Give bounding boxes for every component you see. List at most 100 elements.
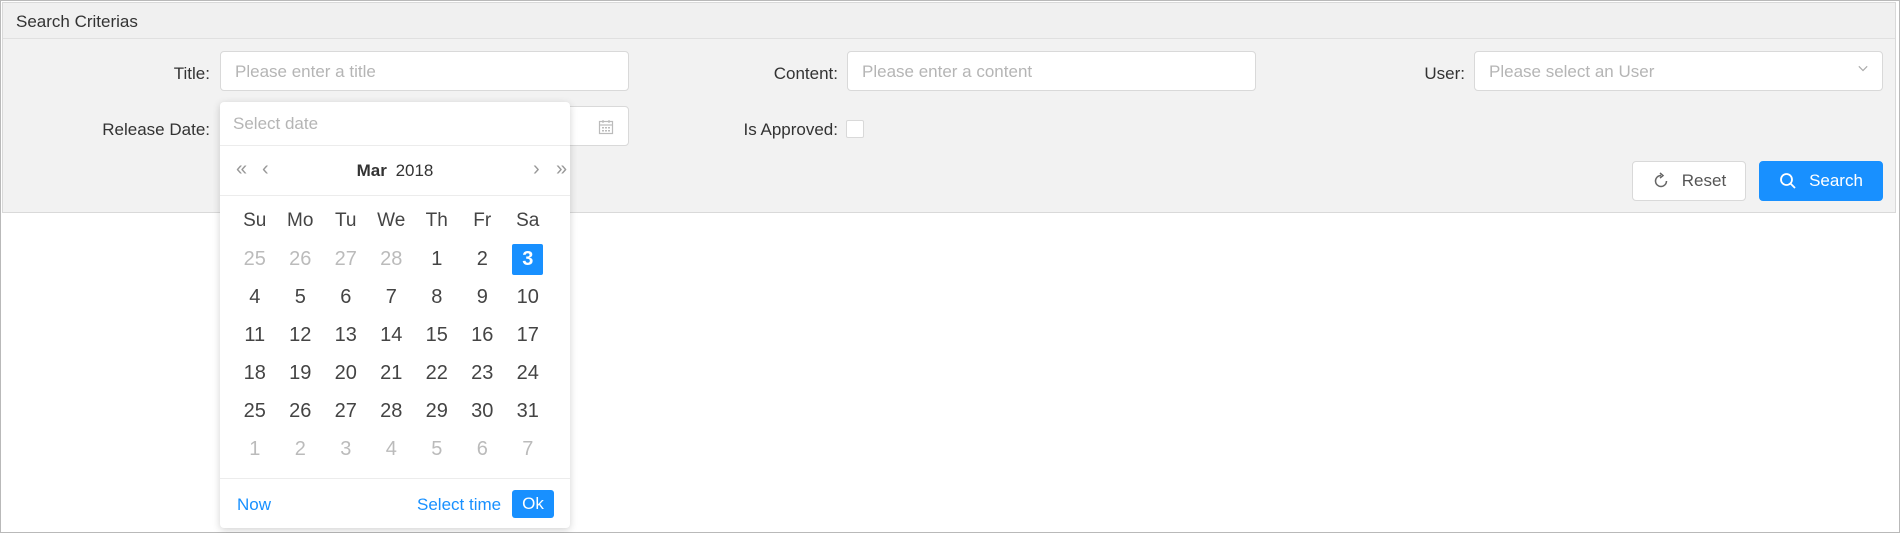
calendar-day[interactable]: 26: [278, 400, 324, 423]
calendar-day-outside[interactable]: 26: [278, 248, 324, 271]
calendar-day-number: 21: [380, 361, 403, 384]
calendar-week-row: 4 5 6 7 8 9 10: [232, 278, 558, 316]
next-month-button[interactable]: ›: [533, 158, 540, 181]
weekday-label: We: [377, 210, 406, 231]
calendar-day-outside[interactable]: 7: [505, 438, 551, 461]
calendar-day-number: 15: [425, 323, 448, 346]
calendar-icon[interactable]: [598, 119, 614, 135]
chevron-down-icon: [1858, 65, 1868, 72]
calendar-day-number: 6: [476, 437, 488, 460]
is-approved-label: Is Approved:: [743, 120, 838, 139]
calendar-day-number: 3: [340, 437, 352, 460]
calendar-day[interactable]: 6: [323, 286, 369, 309]
calendar-day-outside[interactable]: 27: [323, 248, 369, 271]
search-icon: [1780, 173, 1796, 189]
calendar-day-number: 4: [385, 437, 397, 460]
select-time-link[interactable]: Select time: [417, 495, 501, 515]
calendar-weeks: 25 26 27 28 1 2 3 4 5 6 7 8 9 10 11 12 13 14 15 16 17 18 19 20 2…: [232, 240, 558, 468]
calendar-day[interactable]: 29: [414, 400, 460, 423]
calendar-day-number: 2: [294, 437, 306, 460]
calendar-day[interactable]: 19: [278, 362, 324, 385]
calendar-day-number: 29: [425, 399, 448, 422]
calendar-day[interactable]: 4: [232, 286, 278, 309]
calendar-grid: Su Mo Tu We Th Fr Sa 25 26 27 28 1 2 3 4 5 6 7 8 9 10 11 12 13…: [232, 202, 558, 468]
calendar-day[interactable]: 9: [460, 286, 506, 309]
calendar-day-number: 7: [385, 285, 397, 308]
date-picker-popup: Select date « ‹ Mar 2018 › » Su Mo Tu We Th F…: [220, 102, 570, 528]
calendar-day-outside[interactable]: 6: [460, 438, 506, 461]
calendar-day-number: 18: [243, 361, 266, 384]
calendar-day[interactable]: 8: [414, 286, 460, 309]
calendar-day-outside[interactable]: 25: [232, 248, 278, 271]
weekday-label: Sa: [516, 210, 540, 231]
calendar-day[interactable]: 2: [460, 248, 506, 271]
calendar-day[interactable]: 16: [460, 324, 506, 347]
calendar-day-outside[interactable]: 5: [414, 438, 460, 461]
weekday-label: Th: [425, 210, 448, 231]
title-placeholder: Please enter a title: [235, 62, 376, 81]
calendar-day[interactable]: 15: [414, 324, 460, 347]
weekday-label: Mo: [287, 210, 314, 231]
title-label: Title:: [173, 64, 210, 83]
calendar-day[interactable]: 13: [323, 324, 369, 347]
calendar-day[interactable]: 11: [232, 324, 278, 347]
calendar-day-outside[interactable]: 28: [369, 248, 415, 271]
calendar-day-number: 16: [471, 323, 494, 346]
calendar-day[interactable]: 12: [278, 324, 324, 347]
panel-header: Search Criterias: [3, 3, 1895, 39]
calendar-day[interactable]: 22: [414, 362, 460, 385]
calendar-day-outside[interactable]: 3: [323, 438, 369, 461]
calendar-day[interactable]: 5: [278, 286, 324, 309]
date-picker-placeholder: Select date: [233, 114, 319, 133]
calendar-day-outside[interactable]: 1: [232, 438, 278, 461]
now-link[interactable]: Now: [237, 495, 271, 515]
reset-button-label: Reset: [1681, 171, 1727, 190]
calendar-day-number: 7: [522, 437, 534, 460]
weekday-header-row: Su Mo Tu We Th Fr Sa: [232, 202, 558, 240]
release-date-label: Release Date:: [102, 120, 210, 139]
month-select[interactable]: Mar: [357, 161, 387, 180]
calendar-day[interactable]: 30: [460, 400, 506, 423]
calendar-day[interactable]: 27: [323, 400, 369, 423]
date-picker-input[interactable]: Select date: [220, 102, 570, 146]
calendar-day-outside[interactable]: 2: [278, 438, 324, 461]
calendar-day-number: 31: [516, 399, 539, 422]
ok-button[interactable]: Ok: [512, 490, 554, 518]
is-approved-checkbox[interactable]: [846, 120, 864, 138]
reset-button[interactable]: Reset: [1632, 161, 1746, 201]
calendar-day-number: 11: [244, 323, 266, 346]
calendar-week-row: 1 2 3 4 5 6 7: [232, 430, 558, 468]
calendar-day[interactable]: 21: [369, 362, 415, 385]
reload-icon: [1654, 172, 1668, 188]
calendar-day[interactable]: 25: [232, 400, 278, 423]
calendar-day[interactable]: 1: [414, 248, 460, 271]
calendar-day-number: 28: [380, 399, 403, 422]
content-input[interactable]: Please enter a content: [847, 51, 1256, 91]
title-input[interactable]: Please enter a title: [220, 51, 629, 91]
calendar-day-selected[interactable]: 3: [505, 243, 551, 275]
calendar-day-number: 24: [516, 361, 539, 384]
calendar-day[interactable]: 7: [369, 286, 415, 309]
calendar-day-number: 27: [334, 247, 357, 270]
calendar-day-outside[interactable]: 4: [369, 438, 415, 461]
calendar-day-number: 5: [294, 285, 306, 308]
calendar-day[interactable]: 23: [460, 362, 506, 385]
calendar-day[interactable]: 10: [505, 286, 551, 309]
user-select[interactable]: Please select an User: [1474, 51, 1883, 91]
calendar-week-row: 11 12 13 14 15 16 17: [232, 316, 558, 354]
calendar-day[interactable]: 14: [369, 324, 415, 347]
calendar-day-number: 13: [334, 323, 357, 346]
calendar-day[interactable]: 28: [369, 400, 415, 423]
calendar-day-number: 1: [249, 437, 261, 460]
calendar-day-number: 30: [471, 399, 494, 422]
calendar-day[interactable]: 31: [505, 400, 551, 423]
calendar-day-number: 4: [249, 285, 261, 308]
search-button[interactable]: Search: [1759, 161, 1883, 201]
calendar-day[interactable]: 24: [505, 362, 551, 385]
next-year-button[interactable]: »: [556, 158, 567, 181]
year-select[interactable]: 2018: [396, 161, 434, 180]
calendar-day[interactable]: 18: [232, 362, 278, 385]
calendar-day-number: 9: [476, 285, 488, 308]
calendar-day[interactable]: 20: [323, 362, 369, 385]
calendar-day[interactable]: 17: [505, 324, 551, 347]
